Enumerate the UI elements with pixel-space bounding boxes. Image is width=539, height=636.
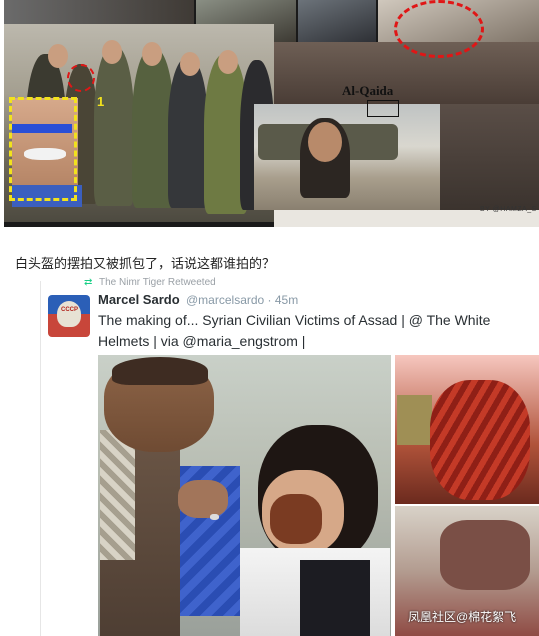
avatar[interactable]: CCCP — [48, 295, 90, 337]
retweet-icon: ⇄ — [84, 277, 93, 288]
annotation-box — [367, 100, 399, 117]
post-caption: 白头盔的摆拍又被抓包了，话说这都谁拍的？ — [15, 256, 276, 271]
head — [218, 50, 238, 74]
author-handle[interactable]: @marcelsardo · 45m — [186, 293, 298, 307]
figure — [94, 46, 134, 206]
collage-tile-soldier — [274, 42, 539, 104]
head — [48, 44, 68, 68]
author-name[interactable]: Marcel Sardo — [98, 292, 180, 307]
retweeted-by-label[interactable]: The Nimr Tiger Retweeted — [99, 277, 216, 288]
site-watermark: 凤凰社区@棉花絮飞 — [408, 610, 517, 624]
avatar-text: CCCP — [61, 307, 79, 313]
annotation-label: Al-Qaida — [342, 83, 394, 98]
tweet-text: The making of... Syrian Civilian Victims… — [98, 312, 491, 349]
figure — [168, 58, 208, 208]
lying-figure — [440, 520, 530, 590]
wound-closeup — [430, 380, 530, 500]
man-hair — [112, 357, 208, 385]
head — [102, 40, 122, 64]
yellow-dashed-highlight — [9, 97, 77, 201]
helmet-shape — [57, 301, 81, 327]
red-dashed-circle-small — [67, 64, 95, 92]
top-collage-image: 1 Al-Qaida BY @HAMZA_S — [4, 0, 539, 227]
man-face — [308, 122, 342, 162]
generator — [397, 395, 432, 445]
red-dashed-circle-large — [394, 0, 484, 58]
girl-vest — [300, 560, 370, 636]
ring — [210, 514, 219, 520]
fake-wound — [270, 494, 322, 544]
collage-credit: BY @HAMZA_S — [480, 206, 537, 213]
marker-number: 1 — [97, 94, 105, 109]
collage-tile-right — [440, 104, 539, 210]
head — [180, 52, 200, 76]
collage-tile-tank-photo — [254, 104, 440, 210]
collage-tile-top-left — [4, 0, 194, 24]
head — [142, 42, 162, 66]
hand — [178, 480, 228, 518]
collage-tile-top-mid-2 — [298, 0, 376, 42]
scarf — [100, 430, 135, 560]
